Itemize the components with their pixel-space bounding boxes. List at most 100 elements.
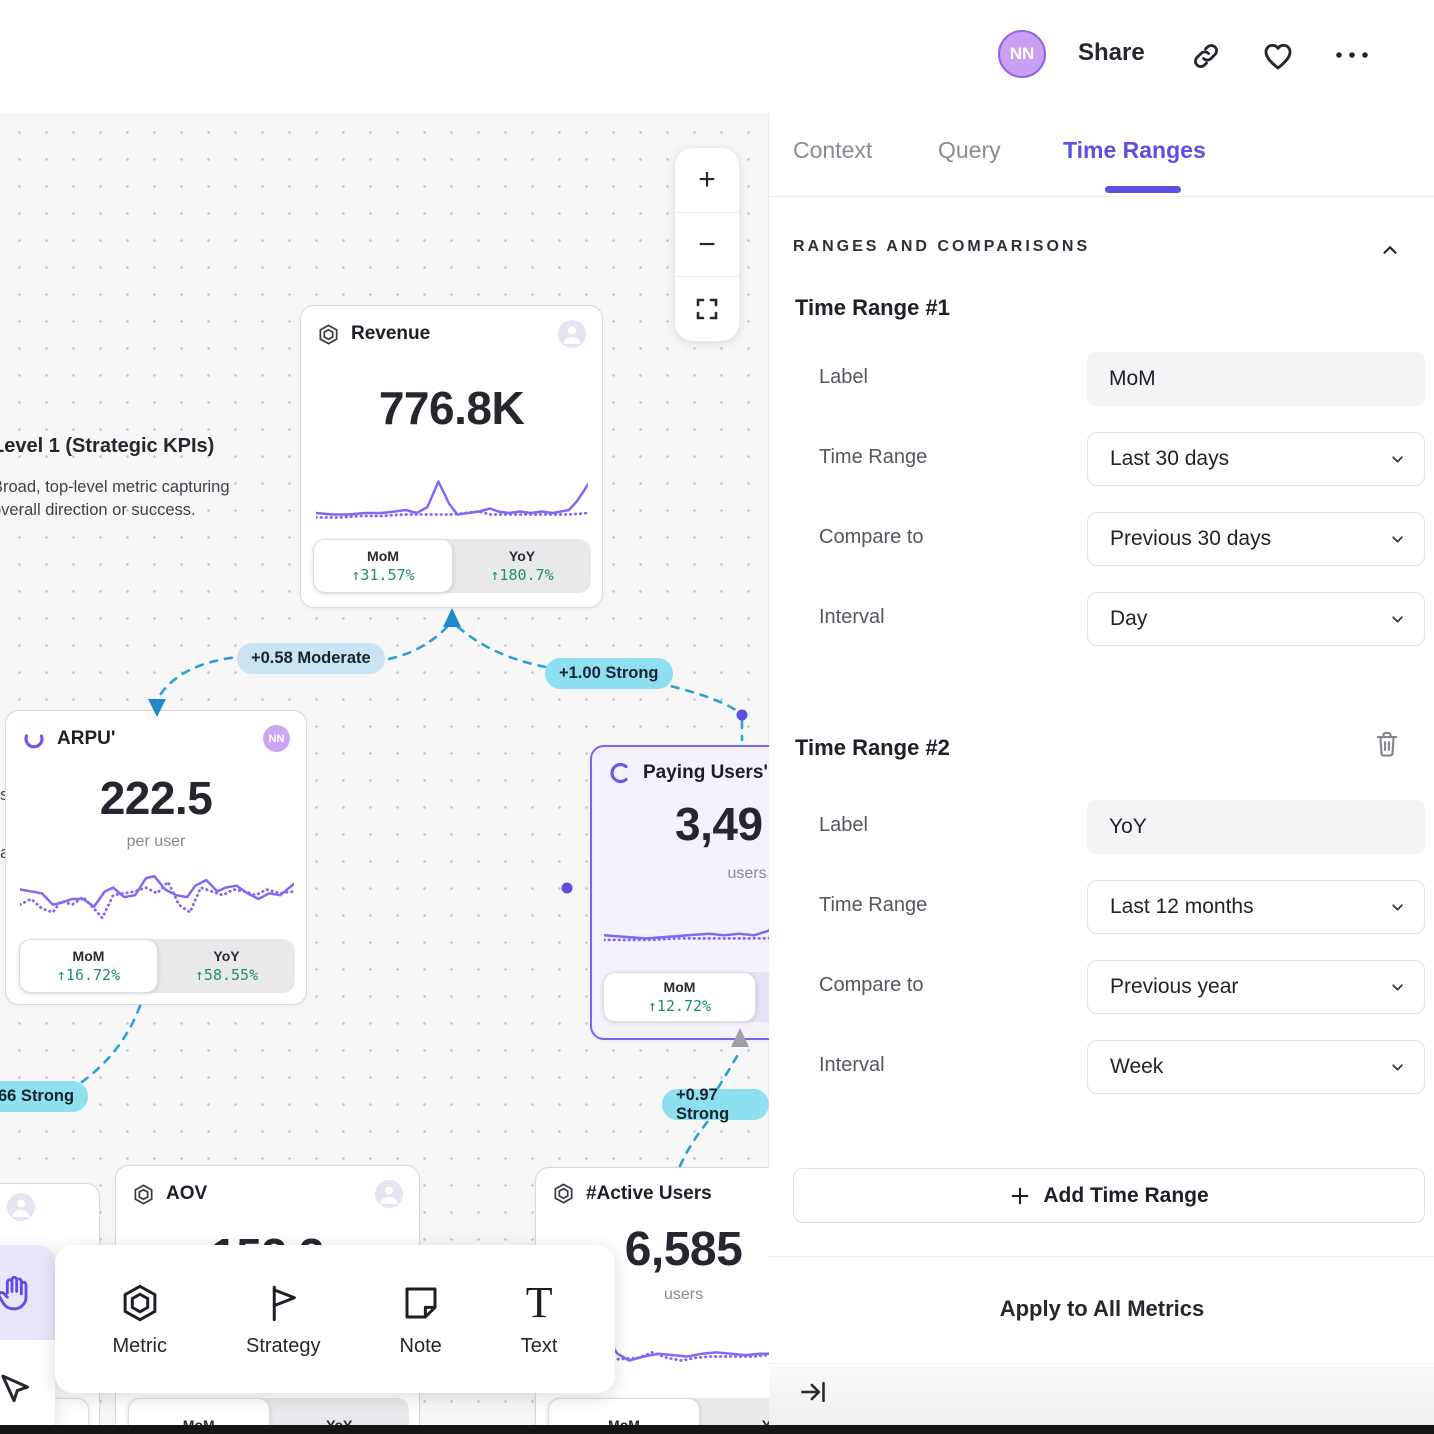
metric-unit: per user [6, 833, 306, 851]
collapse-panel-icon[interactable] [799, 1378, 827, 1406]
section-title: RANGES AND COMPARISONS [793, 238, 1090, 256]
cursor-icon [0, 1369, 33, 1407]
pan-hand-tool[interactable] [0, 1245, 55, 1340]
compare-to-select-tr1[interactable]: Previous 30 days [1087, 512, 1425, 566]
field-label: Compare to [819, 526, 924, 549]
more-options-icon[interactable] [1333, 48, 1371, 62]
comparison-toggle: MoM ↑12.72% [603, 972, 769, 1022]
zoom-out-button[interactable]: − [675, 212, 739, 277]
text-tool[interactable]: T Text [521, 1281, 558, 1358]
metric-hexagon-icon [119, 1281, 161, 1325]
card-title: ARPU' [57, 728, 115, 750]
mom-toggle[interactable]: MoM ↑12.72% [603, 972, 756, 1022]
flag-icon [262, 1281, 304, 1325]
tab-context[interactable]: Context [793, 137, 872, 164]
card-title: Paying Users' [643, 762, 768, 784]
field-label: Label [819, 814, 868, 837]
metric-hexagon-icon [317, 323, 340, 346]
yoy-toggle[interactable] [756, 972, 769, 1022]
metric-card-paying-users[interactable]: Paying Users' 3,49 users MoM ↑12.72% [590, 745, 769, 1040]
correlation-badge[interactable]: 66 Strong [0, 1081, 88, 1112]
connector-handle-dot[interactable] [562, 883, 573, 894]
comparison-value: ↑16.72% [57, 966, 120, 984]
card-header: Paying Users' [592, 747, 769, 799]
settings-panel: Context Query Time Ranges RANGES AND COM… [768, 113, 1434, 1425]
tab-query[interactable]: Query [938, 137, 1001, 164]
metric-tree-canvas[interactable]: Level 1 (Strategic KPIs) Broad, top-leve… [0, 113, 769, 1434]
metric-hexagon-icon [552, 1182, 575, 1205]
tool-label: Strategy [246, 1335, 320, 1358]
card-title: Revenue [351, 323, 430, 345]
interval-select-tr1[interactable]: Day [1087, 592, 1425, 646]
mom-toggle[interactable]: MoM ↑16.72% [19, 939, 158, 993]
note-tool[interactable]: Note [400, 1281, 442, 1358]
collapse-section-icon[interactable] [1379, 239, 1401, 261]
time-range-select-tr2[interactable]: Last 12 months [1087, 880, 1425, 934]
strategy-tool[interactable]: Strategy [246, 1281, 320, 1358]
hand-icon [0, 1273, 34, 1313]
correlation-badge[interactable]: +1.00 Strong [545, 658, 673, 689]
zoom-in-button[interactable]: + [675, 148, 739, 212]
share-button[interactable]: Share [1078, 39, 1145, 67]
metric-card-arpu[interactable]: ARPU' NN 222.5 per user MoM ↑16.72% YoY … [5, 710, 307, 1005]
select-cursor-tool[interactable] [0, 1340, 55, 1434]
loading-arc-icon [22, 727, 46, 751]
canvas-tool-column [0, 1245, 55, 1434]
metric-card-revenue[interactable]: Revenue 776.8K MoM ↑31.57% YoY ↑180.7% [300, 305, 603, 608]
metric-unit: users [697, 865, 769, 883]
group-note-body-line2: overall direction or success. [0, 499, 272, 522]
chevron-down-icon [1389, 451, 1406, 468]
correlation-badge[interactable]: +0.58 Moderate [237, 643, 385, 674]
user-avatar[interactable]: NN [998, 30, 1046, 78]
note-icon [400, 1281, 442, 1325]
active-tab-indicator [1105, 186, 1181, 193]
copy-link-icon[interactable] [1191, 41, 1221, 71]
favorite-heart-icon[interactable] [1261, 39, 1295, 73]
card-header: #Active Users [536, 1168, 769, 1219]
yoy-toggle[interactable]: YoY ↑180.7% [453, 539, 591, 593]
group-note-body-line1: Broad, top-level metric capturing [0, 476, 272, 499]
loading-arc-icon [608, 761, 632, 785]
time-range-1-title: Time Range #1 [795, 295, 950, 321]
time-range-2-title: Time Range #2 [795, 735, 950, 761]
connector-handle-dot[interactable] [737, 710, 748, 721]
collaborator-badge: NN [263, 725, 290, 752]
metric-value: 222.5 [6, 771, 306, 825]
field-label: Compare to [819, 974, 924, 997]
field-label: Time Range [819, 446, 927, 469]
correlation-badge[interactable]: +0.97 Strong [662, 1089, 769, 1120]
sparkline [316, 468, 588, 528]
tool-label: Metric [113, 1335, 167, 1358]
owner-avatar-icon [7, 1193, 35, 1221]
tool-label: Note [400, 1335, 442, 1358]
comparison-label: YoY [213, 948, 239, 964]
owner-avatar-icon [558, 320, 586, 348]
delete-time-range-icon[interactable] [1373, 729, 1401, 759]
select-value: Previous 30 days [1110, 527, 1271, 551]
card-title: AOV [166, 1183, 207, 1205]
chevron-down-icon [1389, 531, 1406, 548]
comparison-toggle: MoM ↑31.57% YoY ↑180.7% [313, 539, 591, 593]
arrowhead-to-revenue [443, 608, 461, 627]
tab-time-ranges[interactable]: Time Ranges [1063, 137, 1206, 164]
label-input-tr1[interactable] [1087, 352, 1425, 406]
canvas-toolbar: Metric Strategy Note T Text [55, 1245, 615, 1393]
compare-to-select-tr2[interactable]: Previous year [1087, 960, 1425, 1014]
interval-select-tr2[interactable]: Week [1087, 1040, 1425, 1094]
comparison-value: ↑31.57% [351, 566, 414, 584]
metric-tool[interactable]: Metric [113, 1281, 167, 1358]
chevron-down-icon [1389, 1059, 1406, 1076]
fit-view-button[interactable] [675, 276, 739, 341]
select-value: Week [1110, 1055, 1163, 1079]
yoy-toggle[interactable]: YoY ↑58.55% [158, 939, 295, 993]
text-icon: T [526, 1281, 553, 1325]
metric-value: 3,49 [675, 797, 763, 851]
mom-toggle[interactable]: MoM ↑31.57% [313, 539, 453, 593]
time-range-select-tr1[interactable]: Last 30 days [1087, 432, 1425, 486]
label-input-tr2[interactable] [1087, 800, 1425, 854]
apply-to-all-metrics-button[interactable]: Apply to All Metrics [769, 1296, 1434, 1322]
metric-hexagon-icon [132, 1183, 155, 1206]
app-window: NN Share [0, 0, 1434, 1434]
field-label: Label [819, 366, 868, 389]
add-time-range-button[interactable]: Add Time Range [793, 1168, 1425, 1223]
